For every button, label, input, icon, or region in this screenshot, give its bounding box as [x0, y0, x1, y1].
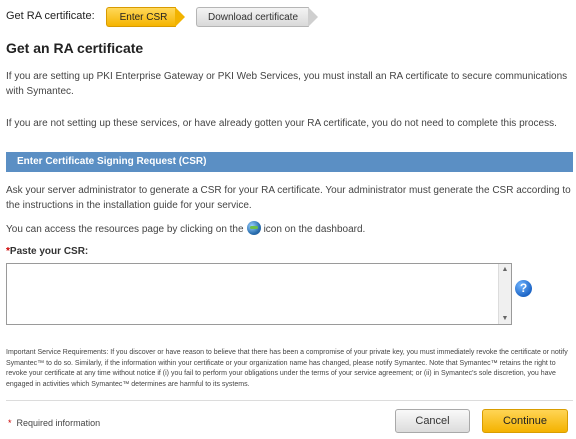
- wizard-steps: Get RA certificate: Enter CSR Download c…: [6, 7, 566, 27]
- resources-note: You can access the resources page by cli…: [6, 221, 571, 237]
- required-asterisk: *: [8, 418, 12, 428]
- csr-label-text: Paste your CSR:: [9, 246, 89, 257]
- section-header: Enter Certificate Signing Request (CSR): [6, 152, 573, 172]
- step-arrow: [308, 7, 318, 27]
- scroll-up-icon[interactable]: ▲: [499, 264, 511, 275]
- step-enter-csr-label: Enter CSR: [106, 7, 176, 27]
- csr-scrollbar[interactable]: ▲ ▼: [498, 264, 511, 324]
- required-note-text: Required information: [16, 418, 101, 428]
- csr-textarea[interactable]: ▲ ▼: [6, 263, 512, 325]
- step-download-certificate: Download certificate: [196, 7, 318, 27]
- step-arrow: [175, 7, 185, 27]
- divider: [6, 400, 573, 401]
- continue-button[interactable]: Continue: [482, 409, 568, 433]
- resources-note-text: You can access the resources page by cli…: [6, 224, 244, 235]
- service-requirements-text: Important Service Requirements: If you d…: [6, 349, 568, 388]
- resources-note-text-2: icon on the dashboard.: [263, 224, 366, 235]
- csr-instructions: Ask your server administrator to generat…: [6, 185, 571, 211]
- csr-label: *Paste your CSR:: [6, 246, 88, 257]
- step-enter-csr[interactable]: Enter CSR: [106, 7, 185, 27]
- help-icon[interactable]: ?: [515, 280, 532, 297]
- step-download-certificate-label: Download certificate: [196, 7, 309, 27]
- cancel-button[interactable]: Cancel: [395, 409, 470, 433]
- required-note: * Required information: [8, 418, 100, 428]
- scroll-down-icon[interactable]: ▼: [499, 313, 511, 324]
- wizard-label: Get RA certificate:: [6, 10, 95, 22]
- intro-paragraph-2: If you are not setting up these services…: [6, 118, 557, 129]
- intro-paragraph: If you are setting up PKI Enterprise Gat…: [6, 71, 568, 97]
- page-title: Get an RA certificate: [6, 40, 144, 56]
- globe-icon: [246, 221, 261, 235]
